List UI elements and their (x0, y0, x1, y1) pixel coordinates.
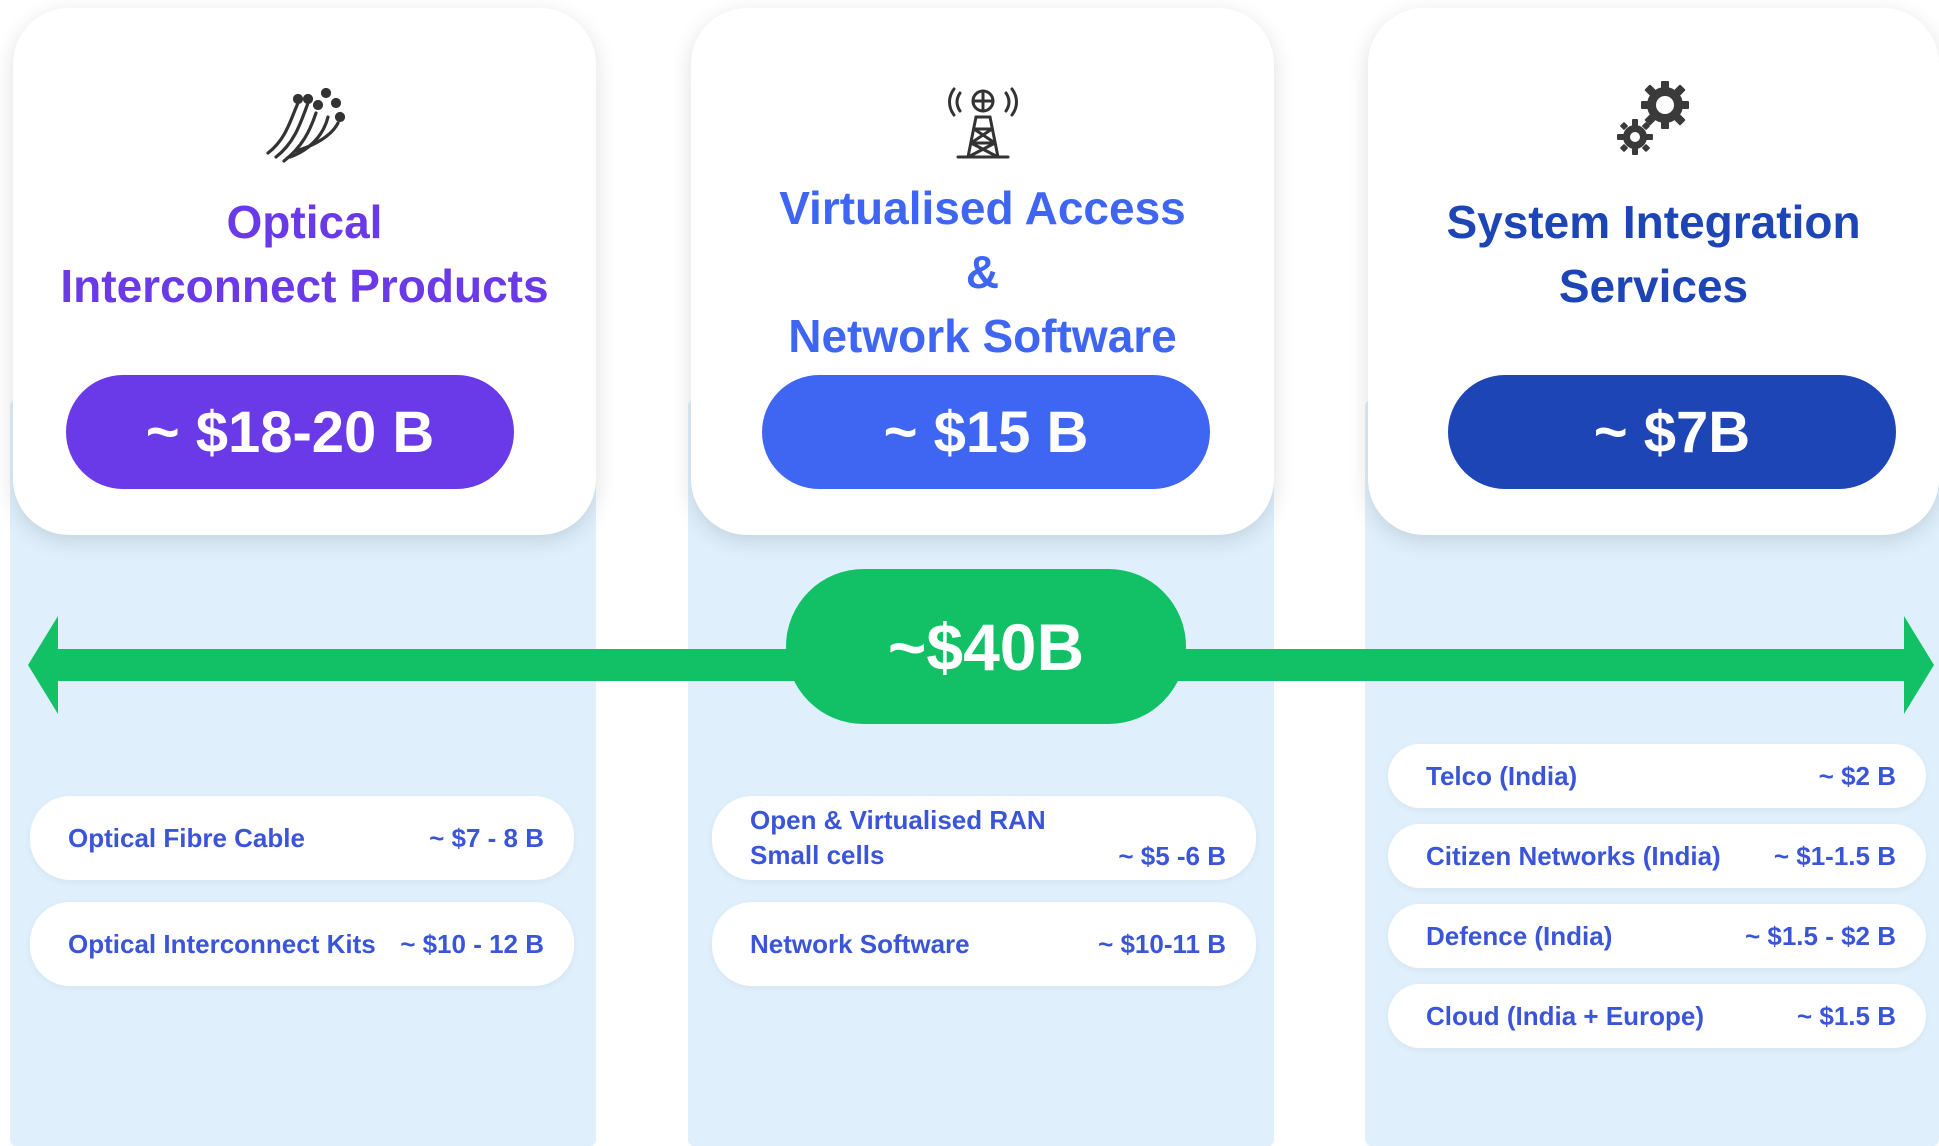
segment-label: Cloud (India + Europe) (1426, 1000, 1705, 1031)
market-size-pill-virtualised: ~ $15 B (762, 375, 1210, 489)
segment-row: Defence (India) ~ $1.5 - $2 B (1388, 904, 1926, 968)
segment-label: Optical Fibre Cable (68, 822, 305, 853)
segment-value: ~ $10 - 12 B (400, 928, 544, 959)
segment-row: Open & Virtualised RAN Small cells ~ $5 … (712, 796, 1256, 880)
fiber-optic-icon (265, 87, 345, 163)
card-title-line: Services (1558, 260, 1749, 312)
gears-icon (1616, 81, 1689, 155)
card-title-line: Interconnect Products (60, 260, 549, 312)
segment-value: ~ $7 - 8 B (429, 822, 544, 853)
segment-label: Open & Virtualised RAN Small cells (750, 805, 1046, 870)
card-title-virtualised: Virtualised Access & Network Software (691, 176, 1274, 368)
segment-row: Network Software ~ $10-11 B (712, 902, 1256, 986)
segment-label: Citizen Networks (India) (1426, 840, 1721, 871)
card-title-line: System Integration (1446, 196, 1861, 248)
segment-value: ~ $10-11 B (1098, 928, 1226, 959)
segment-row: Optical Interconnect Kits ~ $10 - 12 B (30, 902, 574, 986)
segment-value: ~ $2 B (1818, 760, 1896, 791)
segment-label: Telco (India) (1426, 760, 1578, 791)
segment-row: Telco (India) ~ $2 B (1388, 744, 1926, 808)
card-title-line: Virtualised Access (779, 182, 1186, 234)
segment-row: Optical Fibre Cable ~ $7 - 8 B (30, 796, 574, 880)
segment-value: ~ $1.5 - $2 B (1744, 920, 1896, 951)
segment-label: Network Software (750, 928, 970, 959)
segment-label: Optical Interconnect Kits (68, 928, 376, 959)
market-size-pill-optical: ~ $18-20 B (66, 375, 514, 489)
card-title-line: & (965, 246, 1000, 298)
segment-value: ~ $5 -6 B (1118, 841, 1226, 871)
card-title-optical: Optical Interconnect Products (13, 190, 596, 318)
cell-tower-icon (947, 87, 1018, 159)
card-title-line: Network Software (788, 310, 1177, 362)
segment-value: ~ $1-1.5 B (1773, 840, 1896, 871)
segment-row: Cloud (India + Europe) ~ $1.5 B (1388, 984, 1926, 1048)
segment-row: Citizen Networks (India) ~ $1-1.5 B (1388, 824, 1926, 888)
segment-label: Defence (India) (1426, 920, 1613, 951)
market-size-pill-system: ~ $7B (1448, 375, 1896, 489)
card-title-line: Optical (226, 196, 383, 248)
arrow-right-head (1904, 616, 1934, 714)
card-title-system: System Integration Services (1368, 190, 1939, 318)
arrow-left-head (28, 616, 58, 714)
total-market-pill: ~$40B (786, 569, 1186, 724)
segment-value: ~ $1.5 B (1796, 1000, 1896, 1031)
